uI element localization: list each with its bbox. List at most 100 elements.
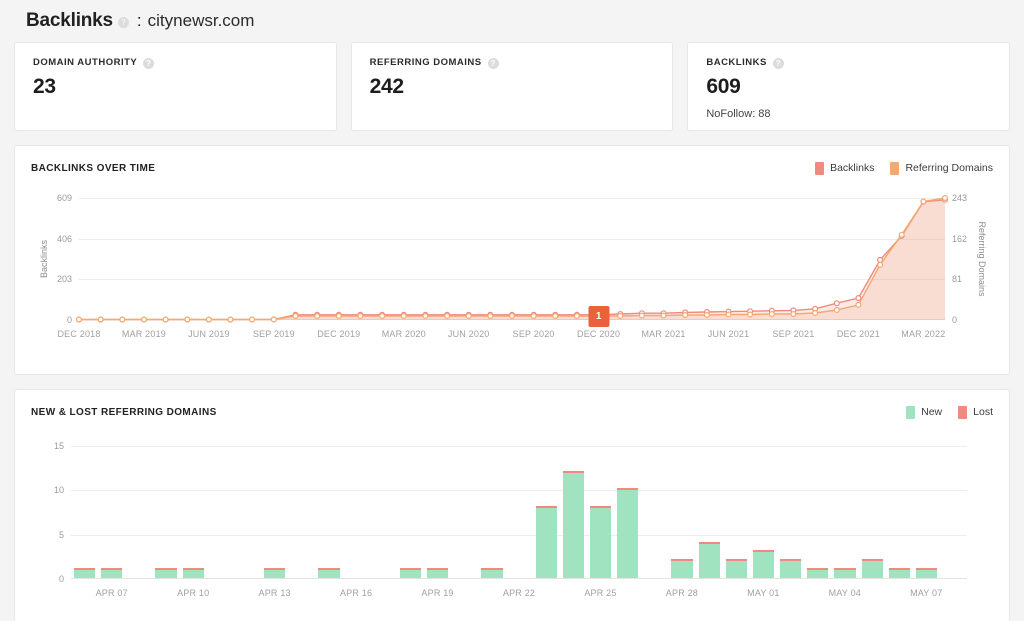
bar-slot[interactable] bbox=[696, 446, 723, 579]
card-label: REFERRING DOMAINS bbox=[370, 57, 655, 69]
legend-item-referring-domains[interactable]: Referring Domains bbox=[890, 161, 993, 175]
line-chart-svg bbox=[75, 194, 948, 323]
bar-slot[interactable] bbox=[98, 446, 125, 579]
legend-swatch bbox=[890, 161, 900, 175]
bar-slot[interactable] bbox=[397, 446, 424, 579]
y-axis-tick-left: 203 bbox=[56, 274, 72, 285]
legend-label: New bbox=[921, 406, 943, 418]
chart-legend: New Lost bbox=[906, 405, 993, 419]
page-title: Backlinks bbox=[26, 10, 113, 31]
bar-slot[interactable] bbox=[587, 446, 614, 579]
card-label-text: DOMAIN AUTHORITY bbox=[33, 57, 138, 68]
x-axis-tick: APR 25 bbox=[584, 588, 617, 598]
bar-slot[interactable] bbox=[451, 446, 478, 579]
legend-item-backlinks[interactable]: Backlinks bbox=[815, 161, 875, 175]
bar-segment-new bbox=[617, 490, 639, 579]
line-chart: 0 203 406 609 0 81 162 243 Backlinks Referring Do… bbox=[31, 193, 993, 368]
x-axis-tick: MAY 01 bbox=[747, 588, 780, 598]
bar-slot[interactable] bbox=[207, 446, 234, 579]
bar-slot[interactable] bbox=[614, 446, 641, 579]
info-icon[interactable] bbox=[143, 58, 155, 69]
bar-slot[interactable] bbox=[913, 446, 940, 579]
bar-slot[interactable] bbox=[723, 446, 750, 579]
x-axis-tick: MAY 04 bbox=[828, 588, 862, 598]
bar-slot[interactable] bbox=[478, 446, 505, 579]
bar-slot[interactable] bbox=[506, 446, 533, 579]
x-axis-tick: APR 13 bbox=[258, 588, 291, 598]
x-axis-tick: MAR 2019 bbox=[121, 329, 166, 339]
bar-slot[interactable] bbox=[940, 446, 967, 579]
legend-swatch bbox=[906, 405, 916, 419]
card-value: 242 bbox=[369, 75, 404, 98]
bar-segment-new bbox=[725, 561, 747, 579]
bar-slot[interactable] bbox=[261, 446, 288, 579]
bar[interactable] bbox=[562, 470, 584, 579]
bar[interactable] bbox=[617, 488, 639, 579]
bar-segment-new bbox=[535, 508, 557, 579]
bar[interactable] bbox=[725, 559, 747, 579]
bar-slot[interactable] bbox=[234, 446, 261, 579]
card-label-text: BACKLINKS bbox=[706, 57, 767, 68]
bar-slot[interactable] bbox=[560, 446, 587, 579]
x-axis-tick: APR 10 bbox=[177, 588, 210, 598]
info-icon[interactable] bbox=[772, 58, 784, 69]
bar-slot[interactable] bbox=[668, 446, 695, 579]
x-axis-tick: MAR 2022 bbox=[901, 329, 946, 339]
title-separator: : bbox=[136, 11, 142, 30]
x-axis-tick: APR 07 bbox=[95, 588, 128, 598]
bar-slot[interactable] bbox=[180, 446, 207, 579]
bar-slot[interactable] bbox=[533, 446, 560, 579]
line-chart-plot[interactable]: 0 203 406 609 0 81 162 243 Backlinks Referring Do… bbox=[39, 193, 987, 339]
bar[interactable] bbox=[535, 506, 557, 579]
bar-slot[interactable] bbox=[370, 446, 397, 579]
card-label: BACKLINKS bbox=[706, 57, 991, 69]
bar-slot[interactable] bbox=[125, 446, 152, 579]
bar-slot[interactable] bbox=[777, 446, 804, 579]
card-subvalue: NoFollow: 88 bbox=[706, 108, 771, 120]
bar-segment-new bbox=[562, 472, 584, 579]
bar-slot[interactable] bbox=[288, 446, 315, 579]
bar-slot[interactable] bbox=[804, 446, 831, 579]
site-domain: citynewsr.com bbox=[147, 11, 255, 30]
bar-slot[interactable] bbox=[886, 446, 913, 579]
bar-slot[interactable] bbox=[750, 446, 777, 579]
y-axis-label-left: Backlinks bbox=[39, 239, 49, 279]
chart-annotation-badge[interactable]: 1 bbox=[588, 306, 610, 327]
y-axis-tick-right: 81 bbox=[952, 274, 963, 285]
legend-label: Backlinks bbox=[830, 162, 875, 174]
chart-legend: Backlinks Referring Domains bbox=[815, 161, 993, 175]
bar[interactable] bbox=[861, 559, 883, 579]
x-axis-tick: MAR 2021 bbox=[641, 329, 686, 339]
bar-slot[interactable] bbox=[831, 446, 858, 579]
info-icon[interactable] bbox=[487, 58, 499, 69]
bar-slot[interactable] bbox=[315, 446, 342, 579]
legend-swatch bbox=[958, 405, 968, 419]
legend-swatch bbox=[815, 161, 825, 175]
bar-slot[interactable] bbox=[641, 446, 668, 579]
bar-chart: 0 5 10 15 APR 07 APR 10 APR 13 APR 16 APR 19 APR … bbox=[31, 441, 993, 621]
bar[interactable] bbox=[671, 559, 693, 579]
legend-item-lost[interactable]: Lost bbox=[958, 405, 993, 419]
bar-slot[interactable] bbox=[343, 446, 370, 579]
bar-slot[interactable] bbox=[424, 446, 451, 579]
panel-header: BACKLINKS OVER TIME Backlinks Referring … bbox=[31, 160, 993, 176]
bar[interactable] bbox=[589, 506, 612, 579]
info-icon[interactable] bbox=[117, 16, 129, 28]
x-axis-line bbox=[71, 578, 967, 579]
legend-item-new[interactable]: New bbox=[906, 405, 943, 419]
x-axis-tick: DEC 2019 bbox=[317, 329, 361, 339]
y-axis-tick: 15 bbox=[53, 441, 64, 451]
new-lost-referring-domains-panel: NEW & LOST REFERRING DOMAINS New Lost 0 5… bbox=[14, 389, 1010, 621]
bar[interactable] bbox=[780, 559, 802, 579]
bar-chart-plot[interactable]: 0 5 10 15 APR 07 APR 10 APR 13 APR 16 APR 19 APR … bbox=[54, 441, 967, 598]
bar-slot[interactable] bbox=[859, 446, 886, 579]
bar-slot[interactable] bbox=[71, 446, 98, 579]
bar[interactable] bbox=[698, 541, 720, 579]
bar-segment-new bbox=[589, 508, 612, 579]
bar[interactable] bbox=[752, 550, 775, 579]
y-axis-label-right: Referring Domains bbox=[977, 221, 987, 297]
x-axis-tick: MAR 2020 bbox=[381, 329, 426, 339]
legend-label: Referring Domains bbox=[905, 162, 993, 174]
x-axis-tick: JUN 2019 bbox=[188, 329, 230, 339]
bar-slot[interactable] bbox=[152, 446, 179, 579]
